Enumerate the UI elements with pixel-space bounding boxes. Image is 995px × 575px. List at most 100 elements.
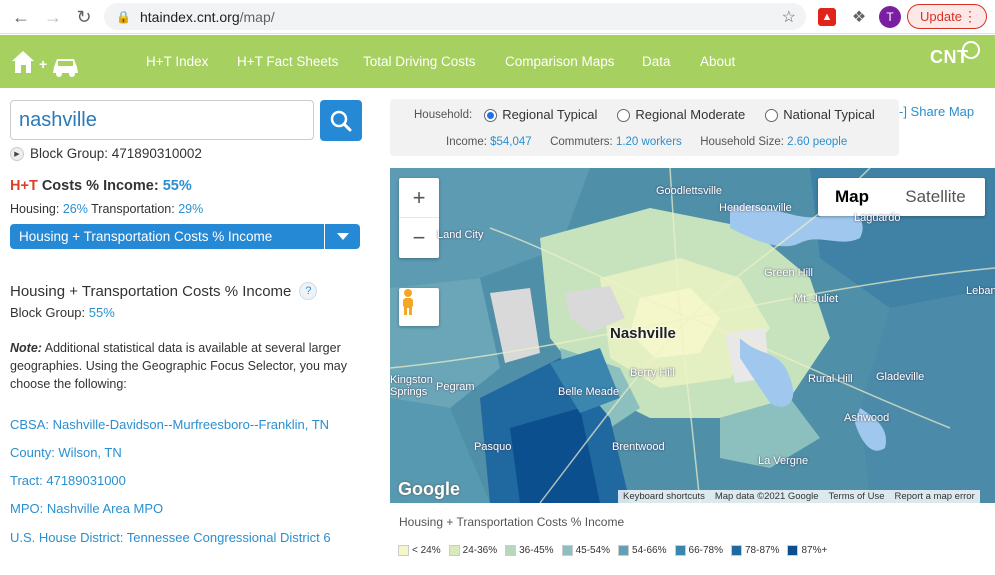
url-host: htaindex.cnt.org [140, 8, 240, 25]
place-lebanon: Lebanon [966, 285, 995, 297]
bg-value: 55% [88, 305, 115, 320]
home-car-logo-icon[interactable]: + [10, 43, 82, 79]
legend-item: 36-45% [505, 545, 554, 556]
income-value: $54,047 [490, 136, 532, 148]
forward-icon[interactable]: → [38, 2, 68, 32]
update-button[interactable]: Update ⋮ [907, 4, 987, 29]
zoom-control: + − [399, 178, 439, 258]
lock-icon: 🔒 [116, 9, 131, 24]
extensions-puzzle-icon[interactable]: ❖ [848, 6, 870, 28]
place-green-hill: Green Hill [764, 267, 813, 279]
ht-costs-line: H+T Costs % Income: 55% [10, 178, 192, 194]
section-title-text: Housing + Transportation Costs % Income [10, 282, 292, 300]
transport-label: Transportation: [91, 202, 175, 216]
map-type-map[interactable]: Map [818, 178, 886, 216]
radio-label-regional-moderate[interactable]: Regional Moderate [635, 107, 745, 122]
nav-data[interactable]: Data [642, 54, 671, 69]
place-goodlettsville: Goodlettsville [656, 185, 723, 197]
commuters-label: Commuters: [550, 136, 613, 148]
size-label: Household Size: [700, 136, 784, 148]
variable-select-label: Housing + Transportation Costs % Income [19, 229, 273, 244]
geo-link-house-district[interactable]: U.S. House District: Tennessee Congressi… [10, 530, 331, 545]
place-land-city: Land City [437, 229, 484, 241]
household-label: Household: [414, 108, 473, 121]
radio-national-typical[interactable] [765, 109, 779, 122]
place-berry-hill: Berry Hill [630, 367, 675, 379]
housing-value: 26% [62, 202, 88, 216]
city-label-nashville: Nashville [610, 325, 676, 342]
legend-item: 66-78% [674, 545, 723, 556]
svg-text:+: + [39, 56, 47, 72]
legend-label: 54-66% [632, 545, 667, 556]
zoom-out-button[interactable]: − [399, 218, 439, 258]
zoom-in-button[interactable]: + [399, 178, 439, 218]
legend-label: 78-87% [744, 545, 780, 556]
url-path: /map/ [239, 8, 275, 25]
housing-transport-split: Housing: 26% Transportation: 29% [10, 202, 203, 216]
place-la-vergne: La Vergne [758, 455, 809, 467]
radio-label-national-typical[interactable]: National Typical [783, 107, 875, 122]
back-icon[interactable]: ← [6, 2, 36, 32]
map-type-control: Map Satellite [818, 178, 985, 216]
cnt-ring-icon [962, 41, 980, 59]
household-panel: Household: Regional Typical Regional Mod… [390, 99, 899, 156]
place-laguardo: Laguardo [854, 212, 901, 224]
place-kingston-springs: Kingston Springs [390, 374, 433, 398]
browser-toolbar: ← → ↻ 🔒 htaindex.cnt.org/map/ ☆ ▲ ❖ T Up… [0, 0, 995, 34]
search-button[interactable] [320, 100, 362, 141]
map-type-satellite[interactable]: Satellite [886, 178, 985, 216]
pdf-extension-icon[interactable]: ▲ [818, 8, 836, 26]
variable-select[interactable]: Housing + Transportation Costs % Income [10, 224, 360, 249]
place-ashwood: Ashwood [844, 412, 890, 424]
place-belle-meade: Belle Meade [558, 386, 620, 398]
street-view-pegman-icon[interactable] [399, 288, 439, 326]
address-bar[interactable]: 🔒 htaindex.cnt.org/map/ ☆ [104, 3, 806, 30]
menu-dots-icon: ⋮ [963, 8, 977, 24]
place-hendersonville: Hendersonville [719, 202, 792, 214]
location-search-input[interactable] [10, 100, 314, 140]
legend-label: 87%+ [801, 545, 828, 556]
legend-item: 87%+ [787, 545, 827, 556]
reload-icon[interactable]: ↻ [69, 2, 99, 32]
profile-avatar[interactable]: T [879, 6, 901, 28]
legend-swatch [505, 545, 517, 556]
radio-regional-typical[interactable] [484, 109, 498, 122]
bookmark-star-icon[interactable]: ☆ [782, 7, 796, 27]
legend-swatch [674, 545, 686, 556]
geo-link-mpo[interactable]: MPO: Nashville Area MPO [10, 501, 163, 516]
site-navigation: + H+T Index H+T Fact Sheets Total Drivin… [0, 35, 995, 88]
google-logo: Google [398, 479, 460, 499]
radio-label-regional-typical[interactable]: Regional Typical [502, 107, 597, 122]
bg-label: Block Group: [10, 305, 86, 320]
note-text: Note: Additional statistical data is ava… [10, 339, 382, 393]
geo-link-tract[interactable]: Tract: 47189031000 [10, 473, 126, 488]
report-map-error-link[interactable]: Report a map error [889, 491, 979, 502]
legend-label: 24-36% [462, 545, 498, 556]
keyboard-shortcuts-link[interactable]: Keyboard shortcuts [618, 491, 710, 502]
legend-title: Housing + Transportation Costs % Income [399, 515, 625, 529]
block-group-line: ▶ Block Group: 471890310002 [10, 146, 202, 161]
help-icon[interactable]: ? [299, 282, 318, 300]
share-map-link[interactable]: -] Share Map [899, 104, 974, 119]
geo-link-cbsa[interactable]: CBSA: Nashville-Davidson--Murfreesboro--… [10, 417, 329, 432]
geo-link-county[interactable]: County: Wilson, TN [10, 445, 122, 460]
nav-ht-index[interactable]: H+T Index [146, 54, 208, 69]
nav-fact-sheets[interactable]: H+T Fact Sheets [237, 54, 338, 69]
map-legend: < 24% 24-36% 36-45% 45-54% 54-66% 66-78% 78-87… [398, 545, 835, 556]
note-prefix: Note: [10, 341, 42, 355]
map-data-credit: Map data ©2021 Google [714, 491, 819, 502]
household-options: Household: Regional Typical Regional Mod… [414, 107, 895, 122]
terms-of-use-link[interactable]: Terms of Use [824, 491, 890, 502]
place-gladeville: Gladeville [876, 371, 925, 383]
choropleth-map[interactable]: + − Map Satellite Goodlettsville Henders… [390, 168, 995, 503]
legend-label: 45-54% [575, 545, 611, 556]
nav-comparison-maps[interactable]: Comparison Maps [505, 54, 615, 69]
commuters-value: 1.20 workers [615, 136, 682, 148]
legend-swatch [398, 545, 409, 556]
nav-about[interactable]: About [700, 54, 735, 69]
block-group-label: Block Group: 471890310002 [30, 146, 202, 161]
radio-regional-moderate[interactable] [617, 109, 631, 122]
expand-play-icon[interactable]: ▶ [10, 146, 24, 161]
chevron-down-icon [324, 224, 360, 249]
nav-driving-costs[interactable]: Total Driving Costs [363, 54, 476, 69]
